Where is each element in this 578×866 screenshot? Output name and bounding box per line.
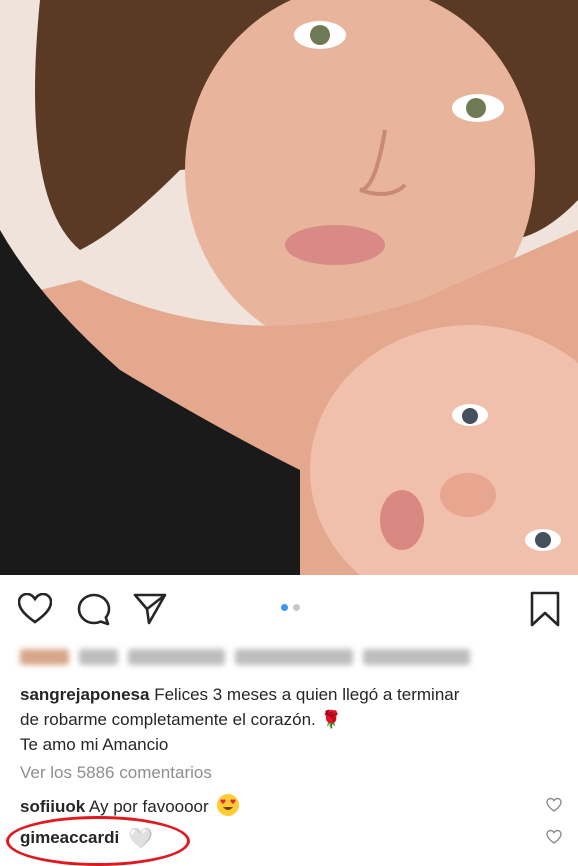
comment-like-heart-icon[interactable]: [546, 797, 562, 813]
bookmark-icon[interactable]: [530, 591, 560, 627]
blur-block: [362, 649, 470, 665]
likes-line-blurred: [20, 645, 470, 669]
caption-line-3: Te amo mi Amancio: [20, 735, 169, 754]
share-icon[interactable]: [133, 593, 167, 625]
carousel-dot[interactable]: [293, 604, 300, 611]
comment-icon[interactable]: [77, 593, 111, 627]
comment-row: sofiiuok Ay por favoooor: [20, 794, 240, 817]
caption-line-1: Felices 3 meses a quien llegó a terminar: [154, 685, 460, 704]
comment-like-heart-icon[interactable]: [546, 829, 562, 845]
blur-block: [235, 649, 353, 665]
heart-icon[interactable]: [18, 593, 52, 625]
caption-line-2: de robarme completamente el corazón.: [20, 710, 316, 729]
comment-text: Ay por favoooor: [88, 797, 209, 816]
photo-illustration: [0, 0, 578, 575]
carousel-indicator: [281, 604, 300, 611]
rose-emoji: 🌹: [320, 710, 342, 729]
post-caption: sangrejaponesa Felices 3 meses a quien l…: [20, 682, 555, 757]
view-all-comments-link[interactable]: Ver los 5886 comentarios: [20, 763, 212, 783]
heart-eyes-emoji-icon: [217, 794, 240, 816]
comment-username[interactable]: gimeaccardi: [20, 828, 119, 847]
comment-username[interactable]: sofiiuok: [20, 797, 85, 816]
liker-avatars: [20, 649, 69, 665]
carousel-dot-active[interactable]: [281, 604, 288, 611]
blur-block: [78, 649, 118, 665]
comment-text: 🤍: [127, 828, 153, 850]
post-photo[interactable]: [0, 0, 578, 575]
blur-block: [127, 649, 226, 665]
caption-username[interactable]: sangrejaponesa: [20, 685, 149, 704]
comment-row: gimeaccardi 🤍: [20, 826, 153, 851]
heart-eyes-emoji-graphic: [220, 799, 236, 810]
